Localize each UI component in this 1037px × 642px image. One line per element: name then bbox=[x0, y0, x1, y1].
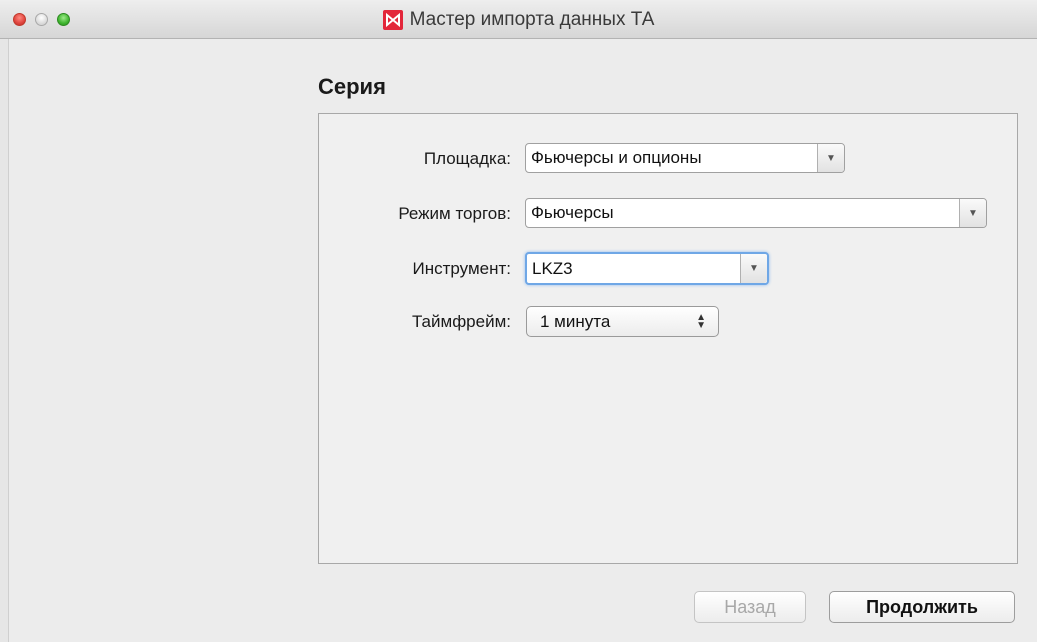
app-logo-icon bbox=[382, 10, 403, 30]
instrument-combobox[interactable]: LKZ3 ▼ bbox=[525, 252, 769, 285]
timeframe-label: Таймфрейм: bbox=[411, 312, 511, 331]
venue-select[interactable]: Фьючерсы и опционы ▼ bbox=[525, 143, 845, 173]
window-title: Мастер импорта данных ТА bbox=[409, 9, 655, 30]
chevron-down-icon[interactable]: ▼ bbox=[740, 254, 767, 283]
trade-mode-label: Режим торгов: bbox=[398, 204, 511, 223]
series-panel: Площадка: Фьючерсы и опционы ▼ Режим тор… bbox=[318, 113, 1018, 564]
app-window: Мастер импорта данных ТА Серия Площадка:… bbox=[0, 0, 1037, 642]
chevron-down-icon[interactable]: ▼ bbox=[959, 199, 986, 227]
continue-button[interactable]: Продолжить bbox=[829, 591, 1015, 623]
sidebar bbox=[0, 39, 9, 642]
timeframe-value: 1 минута bbox=[540, 311, 611, 331]
chevron-down-icon[interactable]: ▼ bbox=[817, 144, 844, 172]
trade-mode-select[interactable]: Фьючерсы ▼ bbox=[525, 198, 987, 228]
window-title-group: Мастер импорта данных ТА bbox=[0, 0, 1037, 38]
trade-mode-value: Фьючерсы bbox=[531, 203, 614, 222]
page-title: Серия bbox=[318, 74, 386, 99]
instrument-value: LKZ3 bbox=[532, 258, 573, 278]
title-bar: Мастер импорта данных ТА bbox=[0, 0, 1037, 39]
venue-value: Фьючерсы и опционы bbox=[531, 148, 702, 167]
instrument-label: Инструмент: bbox=[412, 259, 511, 278]
back-button[interactable]: Назад bbox=[694, 591, 806, 623]
up-down-arrows-icon: ▲ ▼ bbox=[696, 311, 706, 331]
venue-label: Площадка: bbox=[423, 149, 511, 168]
timeframe-popup[interactable]: 1 минута ▲ ▼ bbox=[526, 306, 719, 337]
